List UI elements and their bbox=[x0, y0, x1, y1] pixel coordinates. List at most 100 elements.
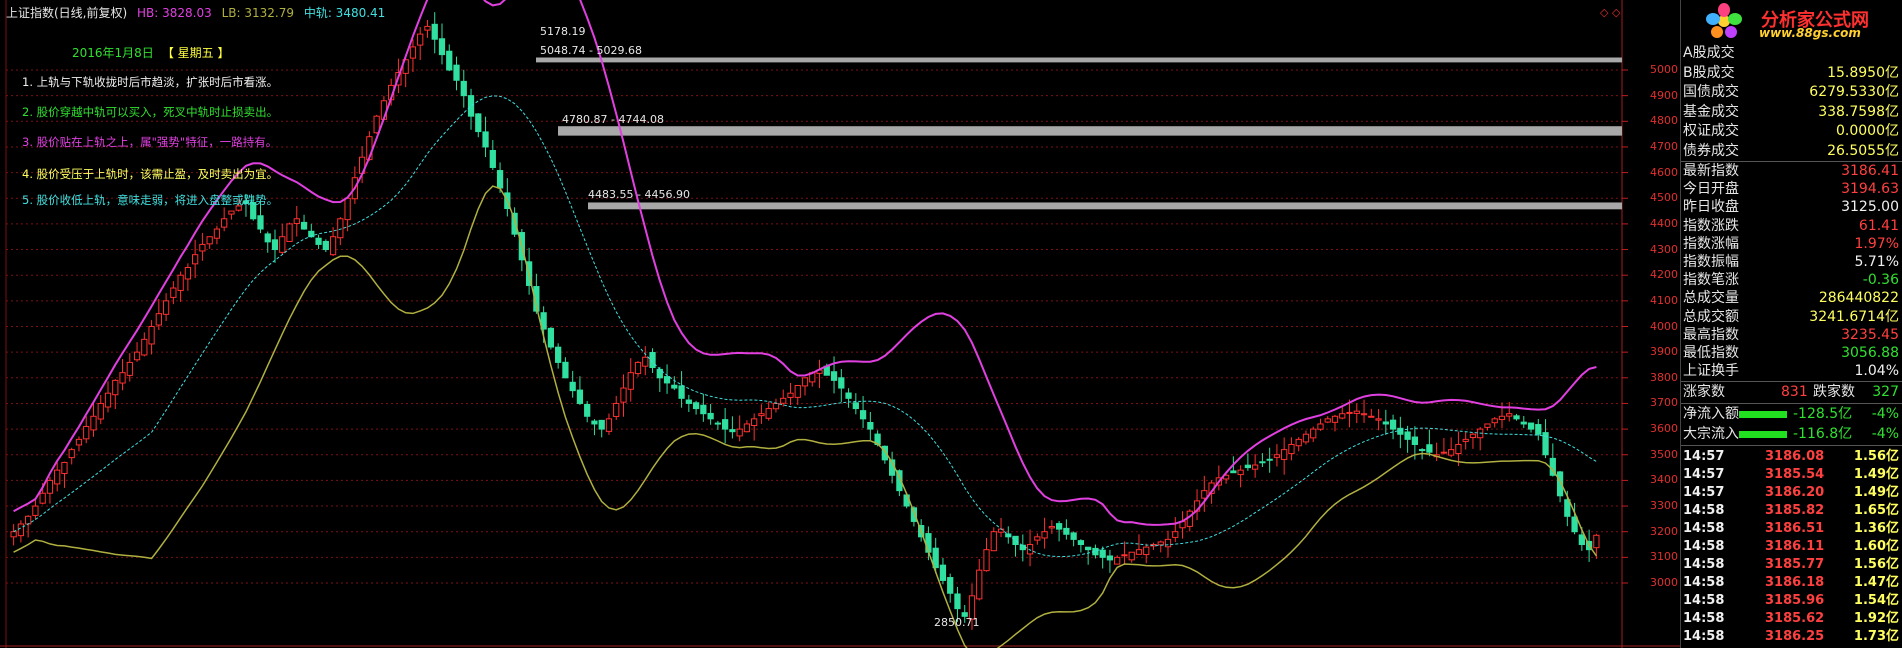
candle-body bbox=[867, 421, 874, 430]
capital-flow-row: 大宗流入 -116.8亿 -4% bbox=[1681, 425, 1902, 444]
candle-body bbox=[1535, 424, 1542, 435]
candle-body bbox=[17, 523, 25, 537]
candle-body bbox=[772, 402, 780, 410]
tick-volume: 1.49亿 bbox=[1853, 485, 1899, 500]
index-stat-value: 3186.41 bbox=[1841, 163, 1899, 179]
price-axis-label: 3900 bbox=[1650, 345, 1678, 359]
candle-body bbox=[562, 361, 569, 379]
candle-body bbox=[25, 515, 32, 525]
candle-body bbox=[97, 402, 104, 420]
tick-price: 3185.77 bbox=[1765, 557, 1825, 572]
candle-body bbox=[482, 131, 489, 148]
index-stat-row: 昨日收盘 3125.00 bbox=[1681, 198, 1902, 217]
tick-volume: 1.47亿 bbox=[1853, 575, 1899, 590]
tick-volume: 1.56亿 bbox=[1853, 557, 1899, 572]
turnover-row: 基金成交 338.7598亿 bbox=[1681, 103, 1902, 122]
turnover-label: 国债成交 bbox=[1683, 84, 1739, 100]
candle-body bbox=[1397, 427, 1404, 435]
candle-body bbox=[431, 23, 438, 40]
candle-body bbox=[1070, 532, 1077, 540]
flow-bar bbox=[1739, 431, 1787, 438]
candle-body bbox=[126, 361, 133, 376]
candle-body bbox=[1259, 461, 1266, 464]
candle-body bbox=[1244, 464, 1252, 469]
candle-body bbox=[1281, 449, 1288, 460]
turnover-label: 基金成交 bbox=[1683, 103, 1739, 120]
divider bbox=[1681, 381, 1902, 382]
low-label: 2850.71 bbox=[934, 616, 980, 629]
price-axis-label: 4900 bbox=[1650, 88, 1678, 102]
candle-body bbox=[1114, 556, 1121, 565]
candle-body bbox=[997, 528, 1005, 533]
candle-body bbox=[707, 412, 714, 420]
candle-body bbox=[293, 218, 300, 225]
up-count-value: 831 bbox=[1781, 384, 1808, 400]
peak-label: 5178.19 bbox=[540, 25, 586, 38]
site-logo[interactable]: 分析家公式网 www.88gs.com bbox=[1681, 0, 1902, 42]
tick-price: 3185.96 bbox=[1765, 593, 1825, 608]
candle-body bbox=[90, 415, 97, 431]
mid-value: 中轨: 3480.41 bbox=[303, 6, 386, 20]
tick-volume: 1.36亿 bbox=[1853, 521, 1899, 536]
tick-row: 14:58 3186.25 1.73亿 bbox=[1681, 628, 1902, 646]
candle-body bbox=[148, 326, 155, 345]
candle-body bbox=[1491, 418, 1498, 424]
candle-body bbox=[605, 418, 613, 432]
candle-body bbox=[1288, 443, 1295, 455]
kline-chart[interactable] bbox=[0, 0, 1680, 648]
candle-body bbox=[1578, 534, 1585, 546]
candle-body bbox=[322, 240, 329, 251]
candle-body bbox=[743, 423, 751, 433]
candle-body bbox=[794, 384, 801, 398]
tip-1: 1. 上轨与下轨收拢时后市趋淡，扩张时后市看涨。 bbox=[22, 75, 279, 89]
candle-body bbox=[162, 300, 170, 315]
candle-body bbox=[1339, 413, 1346, 419]
index-stat-row: 最新指数 3186.41 bbox=[1681, 162, 1902, 181]
price-axis-label: 4200 bbox=[1650, 268, 1678, 282]
candle-body bbox=[192, 254, 199, 265]
hb-value: HB: 3828.03 bbox=[137, 6, 212, 20]
index-stat-row: 指数涨幅 1.97% bbox=[1681, 235, 1902, 254]
kline-chart-area[interactable]: 上证指数(日线,前复权) HB: 3828.03 LB: 3132.79 中轨:… bbox=[0, 0, 1680, 648]
candle-body bbox=[1455, 443, 1462, 455]
candle-body bbox=[1317, 423, 1324, 430]
up-count-label: 涨家数 bbox=[1683, 384, 1725, 400]
candle-body bbox=[1143, 546, 1150, 556]
tick-time: 14:58 bbox=[1683, 611, 1725, 626]
tick-price: 3185.62 bbox=[1765, 611, 1825, 626]
tick-time: 14:58 bbox=[1683, 539, 1725, 554]
candle-body bbox=[1121, 554, 1128, 557]
candle-body bbox=[1164, 538, 1172, 548]
index-stat-value: 1.97% bbox=[1854, 235, 1899, 252]
candle-body bbox=[221, 218, 228, 228]
candle-body bbox=[32, 505, 39, 516]
candle-body bbox=[845, 392, 852, 399]
candle-body bbox=[467, 95, 475, 117]
index-stat-value: 3125.00 bbox=[1841, 199, 1899, 216]
candle-body bbox=[983, 549, 990, 572]
flow-bar bbox=[1739, 411, 1787, 418]
candle-body bbox=[692, 402, 700, 410]
tick-volume: 1.92亿 bbox=[1853, 611, 1899, 626]
candle-body bbox=[1012, 535, 1019, 546]
candle-body bbox=[141, 338, 148, 356]
candle-body bbox=[1331, 415, 1339, 423]
candle-body bbox=[1077, 540, 1085, 546]
chart-corner-icons[interactable]: ◇ ◇ bbox=[1600, 6, 1620, 19]
index-stat-value: 5.71% bbox=[1854, 254, 1899, 270]
turnover-row: B股成交 15.8950亿 bbox=[1681, 64, 1902, 83]
tick-time: 14:57 bbox=[1683, 467, 1725, 482]
candle-body bbox=[976, 569, 983, 600]
candle-body bbox=[344, 197, 351, 221]
index-stat-value: 3241.6714亿 bbox=[1809, 308, 1899, 325]
flow-label: 净流入额 bbox=[1683, 406, 1739, 422]
candle-body bbox=[1324, 418, 1331, 423]
candle-body bbox=[649, 352, 656, 369]
price-axis-label: 3600 bbox=[1650, 422, 1678, 436]
index-stat-label: 指数涨跌 bbox=[1683, 217, 1739, 234]
price-axis-label: 3000 bbox=[1650, 576, 1678, 589]
price-axis-label: 4100 bbox=[1650, 293, 1678, 307]
candle-body bbox=[1389, 419, 1397, 430]
turnover-row: A股成交 bbox=[1681, 44, 1902, 63]
tick-time: 14:58 bbox=[1683, 629, 1725, 644]
